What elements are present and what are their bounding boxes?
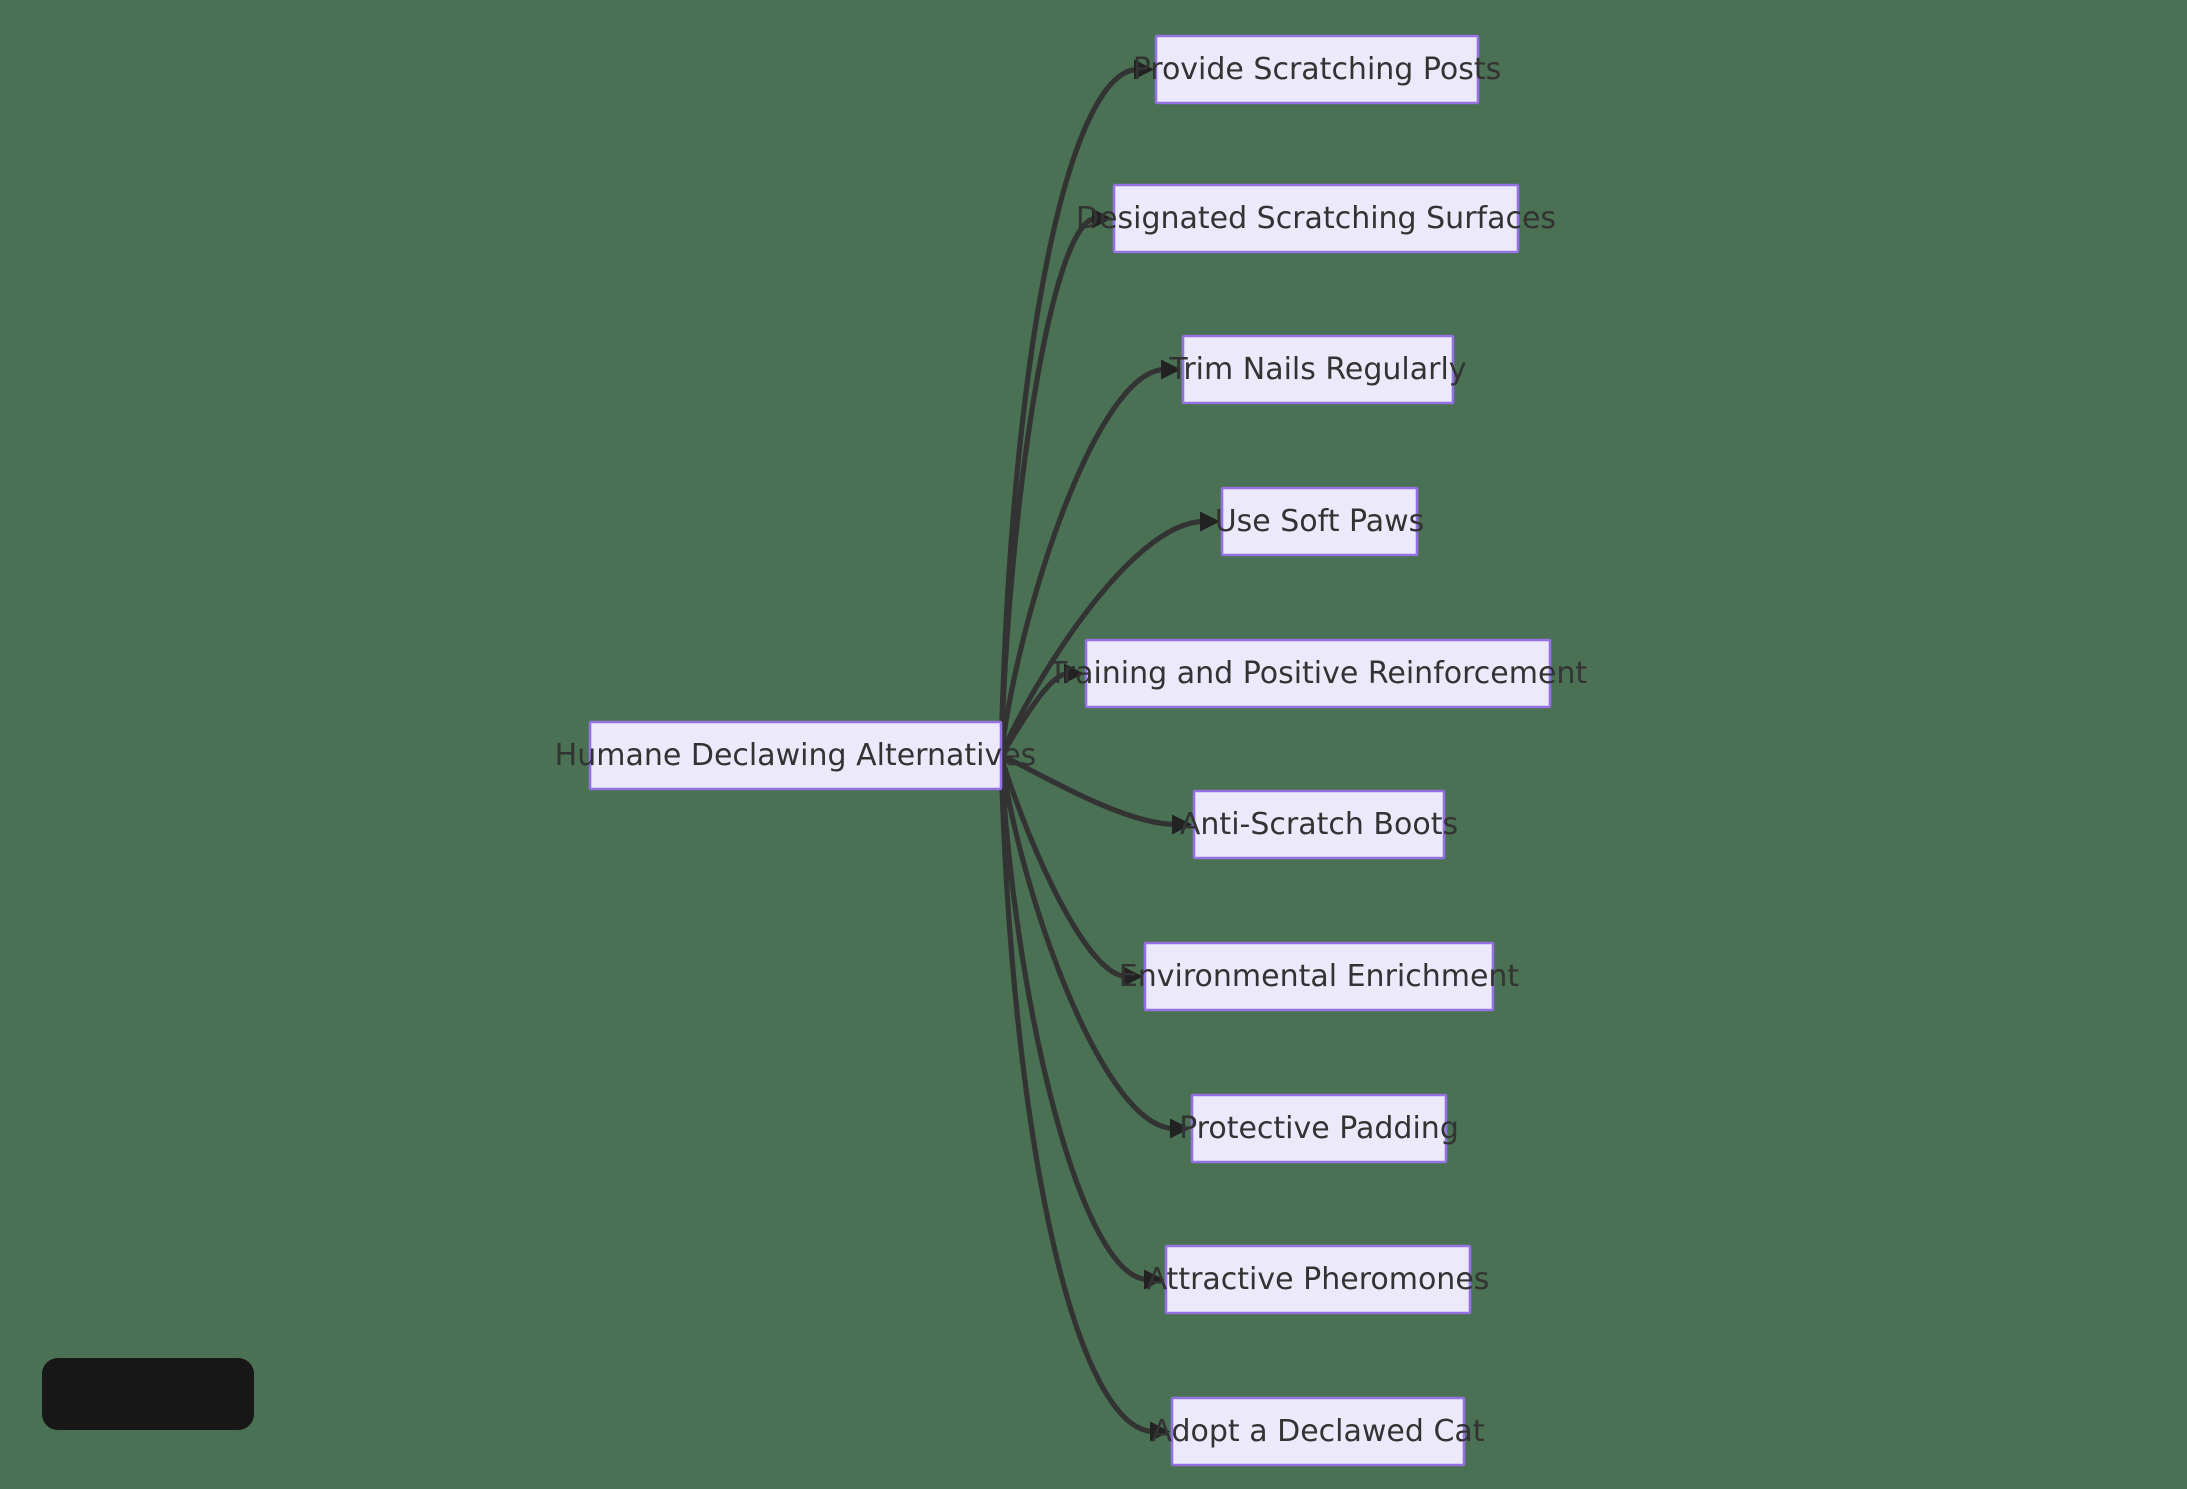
diagram-canvas: Humane Declawing Alternatives Provide Scr… — [0, 0, 2187, 1489]
node-label: Environmental Enrichment — [1119, 959, 1520, 994]
node-n10[interactable]: Adopt a Declawed Cat — [1151, 1396, 1485, 1467]
node-n9[interactable]: Attractive Pheromones — [1147, 1244, 1490, 1315]
node-label: Adopt a Declawed Cat — [1151, 1414, 1484, 1449]
node-label: Attractive Pheromones — [1147, 1262, 1490, 1297]
edge-root-to-n10 — [998, 752, 1170, 1442]
node-n1[interactable]: Provide Scratching Posts — [1133, 34, 1502, 105]
node-n7[interactable]: Environmental Enrichment — [1119, 941, 1520, 1012]
node-label: Protective Padding — [1179, 1111, 1459, 1146]
node-n5[interactable]: Training and Positive Reinforcement — [1048, 638, 1588, 709]
node-label: Trim Nails Regularly — [1168, 352, 1466, 387]
node-n6[interactable]: Anti-Scratch Boots — [1180, 789, 1458, 860]
node-label: Use Soft Paws — [1215, 504, 1425, 539]
node-n4[interactable]: Use Soft Paws — [1215, 486, 1425, 557]
node-label: Anti-Scratch Boots — [1180, 807, 1458, 842]
watermark-badge — [42, 1358, 254, 1430]
node-root[interactable]: Humane Declawing Alternatives — [555, 720, 1037, 791]
node-n3[interactable]: Trim Nails Regularly — [1168, 334, 1467, 405]
node-n8[interactable]: Protective Padding — [1179, 1093, 1459, 1164]
node-label: Humane Declawing Alternatives — [555, 738, 1037, 773]
flowchart-svg: Humane Declawing Alternatives Provide Scr… — [555, 34, 1588, 1467]
node-n2[interactable]: Designated Scratching Surfaces — [1076, 183, 1556, 254]
node-label: Training and Positive Reinforcement — [1048, 656, 1588, 691]
node-label: Provide Scratching Posts — [1133, 52, 1502, 87]
node-label: Designated Scratching Surfaces — [1076, 201, 1556, 236]
edge-root-to-n4 — [998, 511, 1220, 759]
